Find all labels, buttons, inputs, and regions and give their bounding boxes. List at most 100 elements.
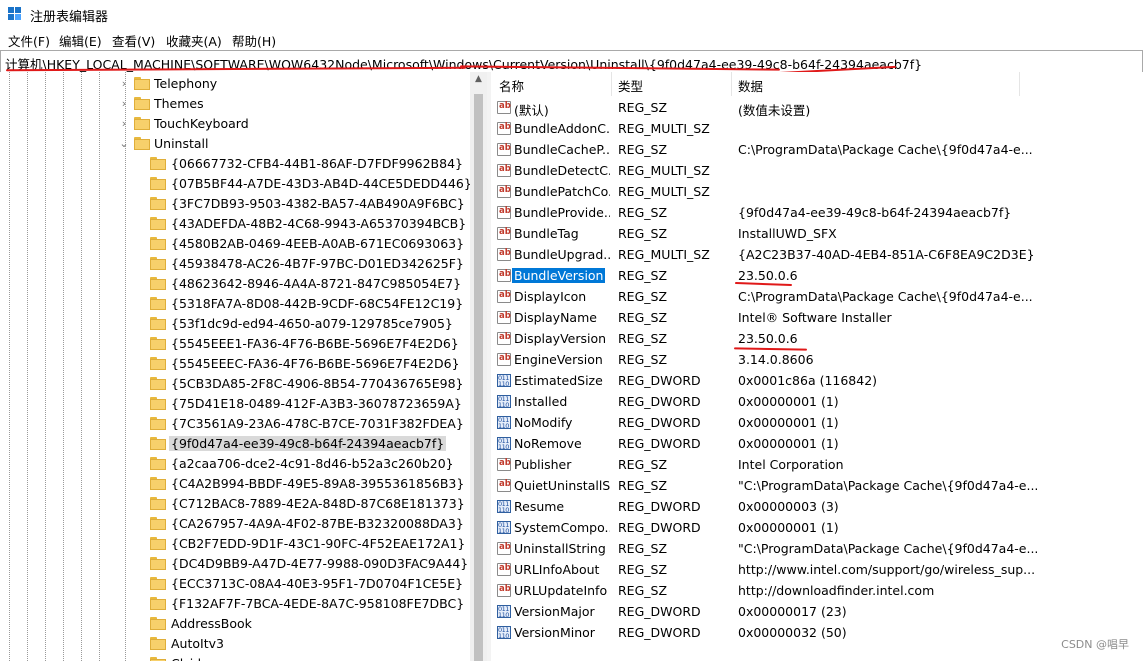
value-row[interactable]: BundlePatchCo... REG_MULTI_SZ: [491, 181, 1143, 202]
value-row[interactable]: BundleDetectC... REG_MULTI_SZ: [491, 160, 1143, 181]
tree-item[interactable]: {75D41E18-0489-412F-A3B3-36078723659A}: [0, 394, 470, 414]
tree-scrollbar[interactable]: ▲: [470, 72, 487, 661]
tree-item[interactable]: {CA267957-4A9A-4F02-87BE-B32320088DA3}: [0, 514, 470, 534]
tree-item[interactable]: {5545EEE1-FA36-4F76-B6BE-5696E7F4E2D6}: [0, 334, 470, 354]
tree-item[interactable]: › Telephony: [0, 74, 470, 94]
value-row[interactable]: BundleVersion REG_SZ 23.50.0.6: [491, 265, 1143, 286]
value-row[interactable]: DisplayName REG_SZ Intel® Software Install…: [491, 307, 1143, 328]
value-row[interactable]: UninstallString REG_SZ "C:\ProgramData\Pac…: [491, 538, 1143, 559]
scroll-thumb[interactable]: [474, 94, 483, 661]
chevron-down-icon[interactable]: ⌄: [119, 137, 129, 150]
column-separator[interactable]: [1019, 72, 1020, 96]
value-row[interactable]: BundleProvide... REG_SZ {9f0d47a4-ee39-49c…: [491, 202, 1143, 223]
menu-file[interactable]: 文件(F): [8, 31, 50, 50]
tree-item-label: Uninstall: [154, 136, 209, 151]
tree-item[interactable]: {9f0d47a4-ee39-49c8-b64f-24394aeacb7f}: [0, 434, 470, 454]
column-name-header[interactable]: 名称: [499, 76, 524, 95]
values-pane[interactable]: 名称 类型 数据 (默认)REG_SZ(数值未设置)BundleAddonC..…: [491, 72, 1143, 661]
menu-favorites[interactable]: 收藏夹(A): [166, 31, 222, 50]
value-data: http://downloadfinder.intel.com: [738, 583, 935, 598]
value-name: BundleCacheP...: [514, 142, 610, 157]
tree-item[interactable]: {43ADEFDA-48B2-4C68-9943-A65370394BCB}: [0, 214, 470, 234]
value-type: REG_SZ: [618, 331, 668, 346]
folder-icon: [150, 657, 166, 661]
tree-item[interactable]: {07B5BF44-A7DE-43D3-AB4D-44CE5DEDD446}: [0, 174, 470, 194]
tree-item[interactable]: {4580B2AB-0469-4EEB-A0AB-671EC0693063}: [0, 234, 470, 254]
value-row[interactable]: EstimatedSize REG_DWORD 0x0001c86a (116842…: [491, 370, 1143, 391]
tree-item[interactable]: Clsid: [0, 654, 470, 661]
key-tree-pane[interactable]: › Telephony › Themes › TouchKeyboard ⌄ Uninstal…: [0, 72, 470, 661]
value-row[interactable]: URLUpdateInfo REG_SZ http://downloadfinder…: [491, 580, 1143, 601]
tree-item[interactable]: {3FC7DB93-9503-4382-BA57-4AB490A9F6BC}: [0, 194, 470, 214]
column-separator[interactable]: [731, 72, 732, 96]
tree-item[interactable]: AutoItv3: [0, 634, 470, 654]
folder-icon: [150, 257, 166, 270]
tree-item[interactable]: {48623642-8946-4A4A-8721-847C985054E7}: [0, 274, 470, 294]
string-value-icon: [497, 458, 511, 471]
binary-value-icon: [497, 605, 511, 619]
binary-value-icon: [497, 437, 511, 451]
value-row[interactable]: DisplayIcon REG_SZ C:\ProgramData\Package …: [491, 286, 1143, 307]
value-name: NoModify: [514, 415, 573, 430]
tree-item[interactable]: {7C3561A9-23A6-478C-B7CE-7031F382FDEA}: [0, 414, 470, 434]
value-row[interactable]: NoModify REG_DWORD 0x00000001 (1): [491, 412, 1143, 433]
chevron-right-icon[interactable]: ›: [119, 77, 129, 90]
folder-icon: [150, 277, 166, 290]
value-data: 0x00000017 (23): [738, 604, 847, 619]
tree-item[interactable]: {5318FA7A-8D08-442B-9CDF-68C54FE12C19}: [0, 294, 470, 314]
tree-item[interactable]: {53f1dc9d-ed94-4650-a079-129785ce7905}: [0, 314, 470, 334]
value-type: REG_SZ: [618, 142, 668, 157]
tree-item[interactable]: {5CB3DA85-2F8C-4906-8B54-770436765E98}: [0, 374, 470, 394]
value-row[interactable]: URLInfoAbout REG_SZ http://www.intel.com/s…: [491, 559, 1143, 580]
value-row[interactable]: BundleTag REG_SZ InstallUWD_SFX: [491, 223, 1143, 244]
tree-item[interactable]: › Themes: [0, 94, 470, 114]
string-value-icon: [497, 143, 511, 156]
scroll-up-arrow[interactable]: ▲: [470, 74, 487, 84]
chevron-right-icon[interactable]: ›: [119, 97, 129, 110]
value-name: BundleDetectC...: [514, 163, 610, 178]
value-row[interactable]: QuietUninstallS... REG_SZ "C:\ProgramData\…: [491, 475, 1143, 496]
value-row[interactable]: DisplayVersion REG_SZ 23.50.0.6: [491, 328, 1143, 349]
tree-item[interactable]: {CB2F7EDD-9D1F-43C1-90FC-4F52EAE172A1}: [0, 534, 470, 554]
value-row[interactable]: BundleAddonC... REG_MULTI_SZ: [491, 118, 1143, 139]
column-type-header[interactable]: 类型: [618, 76, 643, 95]
tree-item[interactable]: {45938478-AC26-4B7F-97BC-D01ED342625F}: [0, 254, 470, 274]
tree-item-label: {5545EEEC-FA36-4F76-B6BE-5696E7F4E2D6}: [171, 356, 460, 371]
tree-item[interactable]: AddressBook: [0, 614, 470, 634]
string-value-icon: [497, 164, 511, 177]
tree-item[interactable]: {06667732-CFB4-44B1-86AF-D7FDF9962B84}: [0, 154, 470, 174]
value-row[interactable]: NoRemove REG_DWORD 0x00000001 (1): [491, 433, 1143, 454]
tree-item[interactable]: {F132AF7F-7BCA-4EDE-8A7C-958108FE7DBC}: [0, 594, 470, 614]
value-data: 0x00000001 (1): [738, 436, 839, 451]
column-separator[interactable]: [611, 72, 612, 96]
column-data-header[interactable]: 数据: [738, 76, 763, 95]
tree-item-label: {45938478-AC26-4B7F-97BC-D01ED342625F}: [171, 256, 464, 271]
menu-help[interactable]: 帮助(H): [232, 31, 276, 50]
string-value-icon: [497, 269, 511, 282]
value-row[interactable]: BundleUpgrad... REG_MULTI_SZ {A2C23B37-40A…: [491, 244, 1143, 265]
menu-edit[interactable]: 编辑(E): [59, 31, 102, 50]
value-row[interactable]: SystemCompo... REG_DWORD 0x00000001 (1): [491, 517, 1143, 538]
tree-item[interactable]: {C4A2B994-BBDF-49E5-89A8-3955361856B3}: [0, 474, 470, 494]
value-row[interactable]: VersionMinor REG_DWORD 0x00000032 (50): [491, 622, 1143, 643]
tree-item-label: {4580B2AB-0469-4EEB-A0AB-671EC0693063}: [171, 236, 465, 251]
tree-item[interactable]: › TouchKeyboard: [0, 114, 470, 134]
tree-item[interactable]: {5545EEEC-FA36-4F76-B6BE-5696E7F4E2D6}: [0, 354, 470, 374]
value-row[interactable]: Publisher REG_SZ Intel Corporation: [491, 454, 1143, 475]
value-row[interactable]: Installed REG_DWORD 0x00000001 (1): [491, 391, 1143, 412]
tree-item[interactable]: ⌄ Uninstall: [0, 134, 470, 154]
string-value-icon: [497, 584, 511, 597]
tree-item[interactable]: {DC4D9BB9-A47D-4E77-9988-090D3FAC9A44}: [0, 554, 470, 574]
tree-item[interactable]: {a2caa706-dce2-4c91-8d46-b52a3c260b20}: [0, 454, 470, 474]
value-row[interactable]: Resume REG_DWORD 0x00000003 (3): [491, 496, 1143, 517]
value-row[interactable]: BundleCacheP... REG_SZ C:\ProgramData\Pack…: [491, 139, 1143, 160]
tree-item[interactable]: {ECC3713C-08A4-40E3-95F1-7D0704F1CE5E}: [0, 574, 470, 594]
value-name: VersionMajor: [514, 604, 595, 619]
value-row[interactable]: VersionMajor REG_DWORD 0x00000017 (23): [491, 601, 1143, 622]
value-row[interactable]: (默认) REG_SZ (数值未设置): [491, 97, 1143, 118]
value-row[interactable]: EngineVersion REG_SZ 3.14.0.8606: [491, 349, 1143, 370]
menu-view[interactable]: 查看(V): [112, 31, 155, 50]
tree-item-label: {CB2F7EDD-9D1F-43C1-90FC-4F52EAE172A1}: [171, 536, 466, 551]
tree-item[interactable]: {C712BAC8-7889-4E2A-848D-87C68E181373}: [0, 494, 470, 514]
chevron-right-icon[interactable]: ›: [119, 117, 129, 130]
